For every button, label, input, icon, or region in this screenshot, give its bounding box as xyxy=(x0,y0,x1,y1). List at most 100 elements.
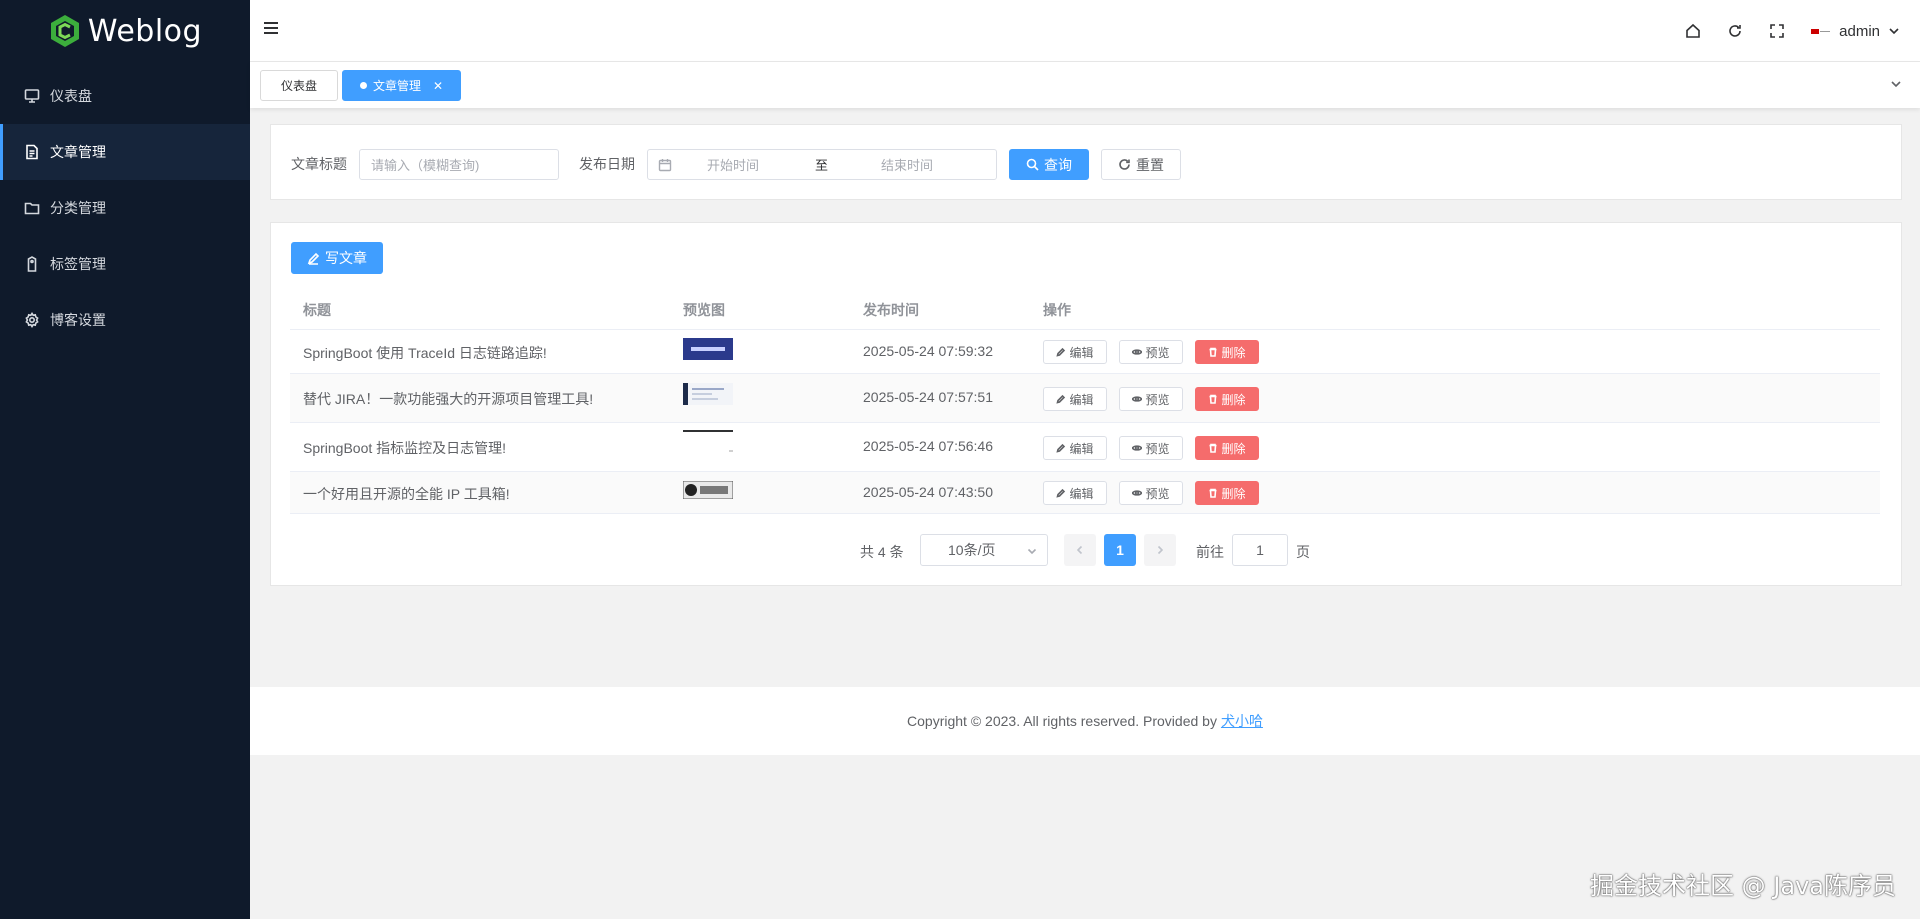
edit-label: 编辑 xyxy=(1069,486,1094,501)
avatar xyxy=(1811,24,1831,38)
chevron-down-icon xyxy=(1889,28,1899,35)
preview-button[interactable]: 预览 xyxy=(1119,481,1183,505)
table-row: 一个好用且开源的全能 IP 工具箱! 2025-05-24 07:43:50 编… xyxy=(290,472,1880,514)
table-row: SpringBoot 使用 TraceId 日志链路追踪! 2025-05-24… xyxy=(290,330,1880,374)
sidebar-item-articles[interactable]: 文章管理 xyxy=(0,124,250,180)
edit-button[interactable]: 编辑 xyxy=(1043,387,1107,411)
date-range-picker[interactable]: 开始时间 至 结束时间 xyxy=(647,149,997,180)
start-date-input[interactable]: 开始时间 xyxy=(707,155,759,174)
column-header-time: 发布时间 xyxy=(863,302,919,318)
edit-icon xyxy=(1056,347,1066,357)
page-size-select[interactable]: 10条/页 xyxy=(920,534,1048,566)
edit-button[interactable]: 编辑 xyxy=(1043,481,1107,505)
delete-button[interactable]: 删除 xyxy=(1195,481,1259,505)
menu-toggle-icon[interactable] xyxy=(264,22,278,36)
preview-label: 预览 xyxy=(1145,441,1170,456)
trash-icon xyxy=(1209,443,1217,453)
home-icon[interactable] xyxy=(1685,23,1701,39)
search-icon xyxy=(1026,158,1039,171)
search-panel: 文章标题 请输入（模糊查询) 发布日期 开始时间 至 结束时间 查询 重置 xyxy=(270,124,1902,200)
goto-page-input[interactable]: 1 xyxy=(1232,534,1288,566)
eye-icon xyxy=(1132,349,1143,355)
edit-icon xyxy=(1056,488,1066,498)
article-thumbnail[interactable] xyxy=(683,338,733,360)
author-link[interactable]: 犬小哈 xyxy=(1221,711,1263,731)
publish-time: 2025-05-24 07:56:46 xyxy=(863,438,993,454)
delete-button[interactable]: 删除 xyxy=(1195,436,1259,460)
app-logo[interactable]: Weblog xyxy=(0,0,250,62)
preview-label: 预览 xyxy=(1145,486,1170,501)
column-header-title: 标题 xyxy=(303,302,331,318)
next-page-button[interactable] xyxy=(1144,534,1176,566)
close-icon[interactable]: ✕ xyxy=(433,79,443,93)
user-dropdown[interactable]: admin xyxy=(1811,23,1900,40)
publish-time: 2025-05-24 07:57:51 xyxy=(863,389,993,405)
pagination-total: 共 4 条 xyxy=(860,544,904,560)
edit-icon xyxy=(1056,443,1066,453)
article-thumbnail[interactable] xyxy=(683,481,733,499)
column-header-preview: 预览图 xyxy=(683,302,725,318)
top-header: admin xyxy=(250,0,1920,62)
edit-button[interactable]: 编辑 xyxy=(1043,436,1107,460)
query-label: 查询 xyxy=(1044,156,1072,173)
tag-icon xyxy=(27,256,37,272)
tabs-bar: 仪表盘 文章管理 ✕ xyxy=(250,62,1920,108)
trash-icon xyxy=(1209,394,1217,404)
preview-label: 预览 xyxy=(1145,345,1170,360)
active-dot-icon xyxy=(359,82,367,89)
title-search-input[interactable]: 请输入（模糊查询) xyxy=(359,149,559,180)
reset-button[interactable]: 重置 xyxy=(1101,149,1181,180)
preview-button[interactable]: 预览 xyxy=(1119,340,1183,364)
write-article-button[interactable]: 写文章 xyxy=(291,242,383,274)
date-label: 发布日期 xyxy=(579,156,635,172)
delete-label: 删除 xyxy=(1221,441,1246,456)
publish-time: 2025-05-24 07:59:32 xyxy=(863,343,993,359)
article-thumbnail[interactable] xyxy=(683,430,733,452)
weblog-logo-icon xyxy=(50,15,79,47)
calendar-icon xyxy=(658,158,672,171)
edit-button[interactable]: 编辑 xyxy=(1043,340,1107,364)
table-row: 替代 JIRA！一款功能强大的开源项目管理工具! 2025-05-24 07:5… xyxy=(290,374,1880,423)
page-suffix: 页 xyxy=(1296,544,1310,560)
edit-label: 编辑 xyxy=(1069,345,1094,360)
pen-icon xyxy=(307,252,320,265)
preview-button[interactable]: 预览 xyxy=(1119,387,1183,411)
end-date-input[interactable]: 结束时间 xyxy=(881,155,933,174)
refresh-icon[interactable] xyxy=(1727,23,1743,39)
query-button[interactable]: 查询 xyxy=(1009,149,1089,180)
sidebar-item-label: 文章管理 xyxy=(50,144,106,160)
delete-button[interactable]: 删除 xyxy=(1195,340,1259,364)
watermark: 掘金技术社区 @ Java陈序员 xyxy=(1590,872,1896,900)
delete-label: 删除 xyxy=(1221,392,1246,407)
sidebar-item-dashboard[interactable]: 仪表盘 xyxy=(0,68,250,124)
folder-icon xyxy=(24,202,40,215)
prev-page-button[interactable] xyxy=(1064,534,1096,566)
page-number-current[interactable]: 1 xyxy=(1104,534,1136,566)
sidebar-item-label: 分类管理 xyxy=(50,200,106,216)
sidebar-item-settings[interactable]: 博客设置 xyxy=(0,292,250,348)
username: admin xyxy=(1839,22,1880,40)
delete-label: 删除 xyxy=(1221,486,1246,501)
table-row: SpringBoot 指标监控及日志管理! 2025-05-24 07:56:4… xyxy=(290,423,1880,472)
article-title: 一个好用且开源的全能 IP 工具箱! xyxy=(303,486,510,502)
delete-button[interactable]: 删除 xyxy=(1195,387,1259,411)
tab-articles[interactable]: 文章管理 ✕ xyxy=(342,70,461,101)
goto-label: 前往 xyxy=(1196,544,1224,560)
column-header-actions: 操作 xyxy=(1043,302,1071,318)
document-icon xyxy=(26,144,38,160)
chevron-right-icon xyxy=(1157,545,1164,555)
sidebar-item-tags[interactable]: 标签管理 xyxy=(0,236,250,292)
article-thumbnail[interactable] xyxy=(683,383,733,405)
chevron-down-icon[interactable] xyxy=(1890,78,1902,90)
monitor-icon xyxy=(24,89,40,103)
fullscreen-icon[interactable] xyxy=(1769,23,1785,39)
eye-icon xyxy=(1132,396,1143,402)
reset-label: 重置 xyxy=(1136,156,1164,173)
tab-dashboard[interactable]: 仪表盘 xyxy=(260,70,338,101)
sidebar-item-categories[interactable]: 分类管理 xyxy=(0,180,250,236)
tab-label: 仪表盘 xyxy=(280,79,317,93)
title-label: 文章标题 xyxy=(291,156,347,172)
tab-label: 文章管理 xyxy=(372,79,421,93)
sidebar-item-label: 标签管理 xyxy=(50,256,106,272)
preview-button[interactable]: 预览 xyxy=(1119,436,1183,460)
